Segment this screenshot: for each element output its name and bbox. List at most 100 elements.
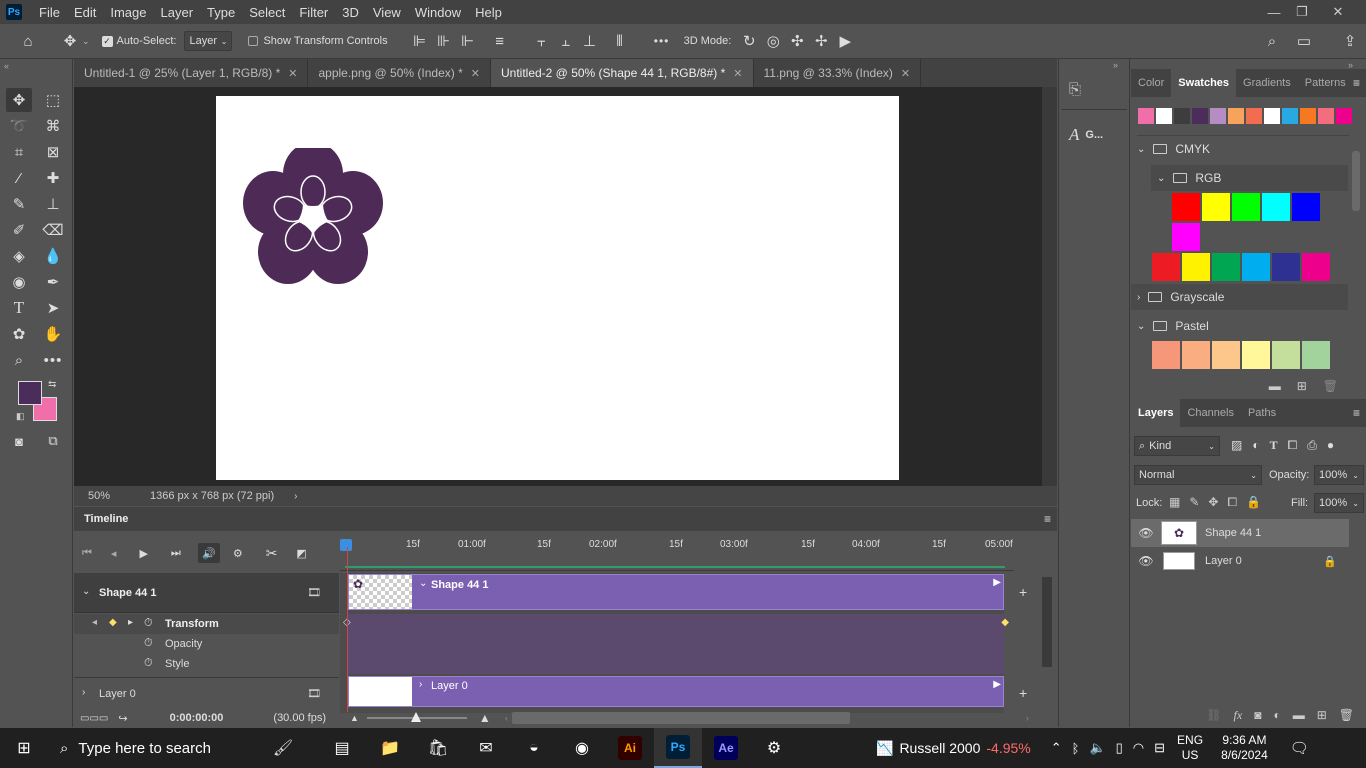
edge-icon[interactable]: ◒: [510, 728, 558, 768]
track-layer-0[interactable]: › Layer 0 🎞: [74, 677, 339, 711]
lock-artboard-icon[interactable]: ⧠: [1227, 495, 1237, 510]
foreground-color-swatch[interactable]: [18, 381, 42, 405]
cmyk-swatch[interactable]: [1242, 253, 1270, 281]
3d-pan-icon[interactable]: ✣: [785, 29, 809, 53]
move-tool-icon[interactable]: ✥: [6, 88, 32, 112]
playhead-handle[interactable]: [340, 539, 352, 551]
flower-shape[interactable]: [238, 148, 388, 288]
tab-gradients[interactable]: Gradients: [1236, 68, 1298, 98]
transition-icon[interactable]: ◩: [296, 547, 306, 560]
pastel-swatch[interactable]: [1242, 341, 1270, 369]
recent-swatch[interactable]: [1318, 108, 1334, 124]
new-group-icon[interactable]: ▬: [1269, 379, 1281, 393]
fx-icon[interactable]: fx: [1234, 708, 1243, 723]
film-icon[interactable]: 🎞: [307, 687, 321, 700]
recent-swatch[interactable]: [1228, 108, 1244, 124]
start-button-icon[interactable]: ⊞: [0, 728, 48, 768]
close-window-icon[interactable]: ✕: [1322, 0, 1354, 24]
add-media-icon[interactable]: +: [1019, 584, 1027, 600]
stopwatch-icon[interactable]: ⏱: [144, 657, 153, 670]
menu-image[interactable]: Image: [103, 5, 153, 20]
menu-layer[interactable]: Layer: [154, 5, 201, 20]
photoshop-taskbar-icon[interactable]: Ps: [654, 728, 702, 768]
stopwatch-icon[interactable]: ⏱: [144, 617, 153, 630]
align-middle-icon[interactable]: ⫠: [554, 29, 578, 53]
swap-colors-icon[interactable]: ⇆: [48, 379, 56, 390]
lock-position-icon[interactable]: ✥: [1208, 495, 1218, 510]
menu-select[interactable]: Select: [242, 5, 292, 20]
file-explorer-icon[interactable]: 📁: [366, 728, 414, 768]
zoom-in-icon[interactable]: ▲: [479, 711, 491, 725]
canvas-vertical-scrollbar[interactable]: [1042, 87, 1057, 486]
render-icon[interactable]: ↪: [118, 712, 127, 725]
history-brush-tool-icon[interactable]: ✐: [6, 218, 32, 242]
more-options-icon[interactable]: •••: [650, 29, 674, 53]
split-icon[interactable]: ✂: [266, 545, 278, 562]
new-layer-icon[interactable]: ⊞: [1317, 708, 1327, 722]
custom-shape-tool-icon[interactable]: ✿: [6, 322, 32, 346]
prop-transform[interactable]: ◂ ◆ ▸ ⏱ Transform: [74, 614, 339, 634]
cmyk-swatch[interactable]: [1272, 253, 1300, 281]
align-center-icon[interactable]: ⊪: [432, 29, 456, 53]
illustrator-icon[interactable]: Ai: [606, 728, 654, 768]
filter-smart-object-icon[interactable]: ⎙: [1307, 438, 1317, 453]
menu-help[interactable]: Help: [468, 5, 509, 20]
stopwatch-icon[interactable]: ⏱: [144, 637, 153, 650]
delete-icon[interactable]: 🗑: [1323, 379, 1338, 393]
screen-mode-icon[interactable]: ⧉: [40, 429, 66, 453]
rgb-swatch[interactable]: [1292, 193, 1320, 221]
close-tab-icon[interactable]: ✕: [733, 67, 742, 80]
cmyk-swatch[interactable]: [1152, 253, 1180, 281]
brush-tool-icon[interactable]: ✎: [6, 192, 32, 216]
3d-roll-icon[interactable]: ◎: [761, 29, 785, 53]
rgb-swatch[interactable]: [1202, 193, 1230, 221]
quick-select-tool-icon[interactable]: ⌘: [40, 114, 66, 138]
pastel-swatch[interactable]: [1272, 341, 1300, 369]
work-area-bar[interactable]: [345, 566, 1005, 568]
network-icon[interactable]: ⊟: [1154, 740, 1165, 756]
align-left-icon[interactable]: ⊫: [408, 29, 432, 53]
align-top-icon[interactable]: ⫟: [530, 29, 554, 53]
zoom-slider[interactable]: [366, 712, 467, 722]
chevron-right-icon[interactable]: ›: [1137, 292, 1140, 303]
paint-bucket-tool-icon[interactable]: ◈: [6, 244, 32, 268]
cmyk-swatch[interactable]: [1212, 253, 1240, 281]
wifi-icon[interactable]: ◠: [1133, 740, 1144, 756]
recent-swatch[interactable]: [1210, 108, 1226, 124]
close-tab-icon[interactable]: ✕: [288, 67, 297, 80]
menu-window[interactable]: Window: [408, 5, 468, 20]
panel-menu-icon[interactable]: ≡: [1353, 406, 1360, 420]
rgb-swatch[interactable]: [1172, 223, 1200, 251]
auto-select-dropdown[interactable]: Layer ⌄: [184, 31, 233, 51]
visibility-eye-icon[interactable]: 👁: [1131, 526, 1161, 540]
visibility-eye-icon[interactable]: 👁: [1131, 554, 1161, 568]
pen-tool-icon[interactable]: ✒: [40, 270, 66, 294]
fill-field[interactable]: 100% ⌄: [1314, 493, 1364, 513]
close-tab-icon[interactable]: ✕: [471, 67, 480, 80]
prop-style[interactable]: ⏱ Style: [74, 654, 339, 674]
collapse-toolbar-icon[interactable]: «: [4, 61, 9, 71]
rgb-swatch[interactable]: [1262, 193, 1290, 221]
zoom-out-icon[interactable]: ▲: [350, 713, 359, 723]
chevron-right-icon[interactable]: ›: [82, 687, 85, 698]
after-effects-icon[interactable]: Ae: [702, 728, 750, 768]
type-tool-icon[interactable]: T: [6, 296, 32, 320]
prop-opacity[interactable]: ⏱ Opacity: [74, 634, 339, 654]
panel-menu-icon[interactable]: ≡: [1044, 512, 1051, 526]
prev-frame-icon[interactable]: ◂: [111, 547, 117, 560]
swatch-group-pastel[interactable]: ⌄ Pastel: [1131, 313, 1348, 339]
recent-swatch[interactable]: [1138, 108, 1154, 124]
panel-menu-icon[interactable]: ≡: [1353, 76, 1360, 90]
time-ruler[interactable]: 15f 01:00f 15f 02:00f 15f 03:00f 15f 04:00f 15f 0…: [340, 531, 1014, 571]
filter-toggle-icon[interactable]: ●: [1327, 438, 1334, 453]
menu-edit[interactable]: Edit: [67, 5, 103, 20]
swatches-scrollbar[interactable]: [1352, 151, 1360, 211]
rgb-swatch[interactable]: [1172, 193, 1200, 221]
chrome-icon[interactable]: ◉: [558, 728, 606, 768]
expand-panels-icon[interactable]: »: [1113, 60, 1118, 70]
tab-channels[interactable]: Channels: [1180, 398, 1240, 428]
align-bottom-icon[interactable]: ⊥: [578, 29, 602, 53]
keyframe-area[interactable]: ◇ ◆: [343, 614, 1009, 674]
clock[interactable]: 9:36 AM 8/6/2024: [1221, 733, 1268, 763]
auto-select-checkbox[interactable]: ✓ Auto-Select:: [101, 35, 176, 47]
